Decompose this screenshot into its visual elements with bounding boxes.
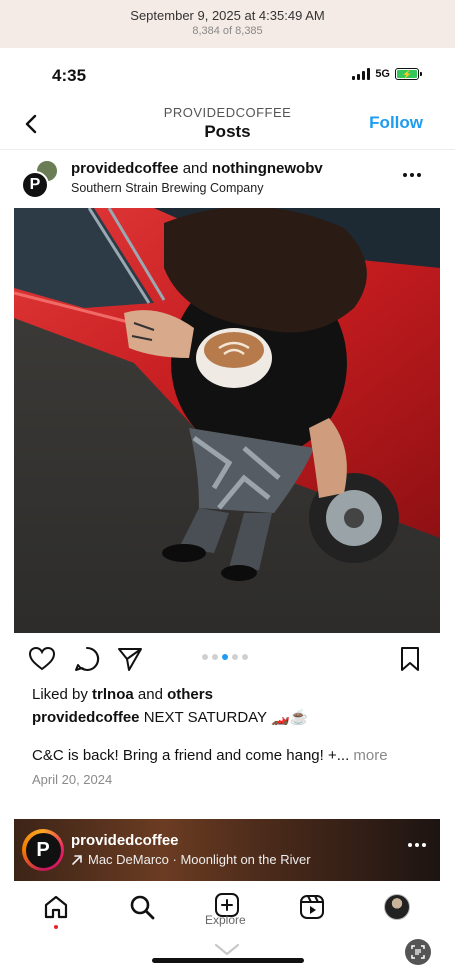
bottom-tab-bar: Explore [0, 881, 455, 971]
caption: providedcoffee NEXT SATURDAY 🏎️☕ [32, 708, 308, 726]
chevron-down-icon[interactable] [214, 943, 240, 957]
save-bookmark-icon[interactable] [396, 645, 424, 673]
share-send-icon[interactable] [116, 645, 144, 673]
caption-username[interactable]: providedcoffee [32, 709, 140, 726]
post-more-icon[interactable] [399, 169, 425, 181]
top-nav: PROVIDEDCOFFEE Posts Follow [0, 98, 455, 150]
carousel-dot [232, 654, 238, 660]
explore-tooltip: Explore [205, 913, 246, 927]
home-indicator[interactable] [152, 958, 304, 963]
music-username[interactable]: providedcoffee [71, 832, 179, 849]
cellular-signal-icon [352, 68, 371, 80]
status-bar: 4:35 5G ⚡ [0, 48, 455, 98]
status-time: 4:35 [52, 66, 87, 85]
status-indicators: 5G ⚡ [352, 68, 422, 80]
carousel-dot [202, 654, 208, 660]
live-text-icon[interactable] [405, 939, 431, 965]
instagram-screenshot: 4:35 5G ⚡ PROVIDEDCOFFEE Posts Follow P … [0, 48, 455, 971]
post-actions [0, 643, 455, 679]
music-track-line[interactable]: Mac DeMarco · Moonlight on the River [71, 852, 311, 867]
carousel-indicator [202, 654, 248, 660]
caption-text: NEXT SATURDAY 🏎️☕ [143, 709, 309, 726]
authors-connector: and [182, 160, 208, 177]
home-notification-dot [54, 925, 58, 929]
author-username[interactable]: providedcoffee [71, 160, 179, 177]
liked-others[interactable]: others [167, 686, 213, 703]
battery-icon: ⚡ [395, 68, 422, 80]
music-author-avatar[interactable]: P [22, 829, 64, 871]
search-icon[interactable] [128, 893, 156, 921]
like-heart-icon[interactable] [28, 645, 56, 673]
likes-prefix: Liked by [32, 686, 88, 703]
photo-illustration [14, 208, 440, 633]
liked-by-user[interactable]: trlnoa [92, 686, 134, 703]
author-avatar: P [21, 171, 49, 199]
charging-bolt-icon: ⚡ [397, 70, 417, 79]
comment-icon[interactable] [73, 645, 101, 673]
author-logo: P [25, 832, 61, 868]
photo-count: 8,384 of 8,385 [192, 25, 263, 37]
likes-and: and [137, 686, 163, 703]
arrow-up-right-icon [72, 854, 82, 865]
music-player-bar[interactable]: P providedcoffee Mac DeMarco · Moonlight… [14, 819, 440, 881]
caption-continued: C&C is back! Bring a friend and come han… [32, 747, 388, 764]
more-link[interactable]: more [353, 747, 387, 764]
post-date: April 20, 2024 [32, 772, 113, 787]
carousel-dot-active [222, 654, 228, 660]
carousel-dot [212, 654, 218, 660]
likes-line[interactable]: Liked by trlnoa and others [32, 686, 213, 703]
collaborator-username[interactable]: nothingnewobv [212, 160, 323, 177]
reels-icon[interactable] [298, 893, 326, 921]
caption-line-2: C&C is back! Bring a friend and come han… [32, 747, 350, 764]
carousel-dot [242, 654, 248, 660]
photo-date: September 9, 2025 at 4:35:49 AM [130, 8, 325, 23]
music-track-title: Mac DeMarco · Moonlight on the River [88, 852, 311, 867]
home-icon[interactable] [42, 893, 70, 921]
post-photo[interactable] [14, 208, 440, 633]
back-icon[interactable] [20, 112, 44, 136]
profile-avatar[interactable] [384, 894, 410, 920]
post-header: P providedcoffee and nothingnewobv South… [0, 151, 455, 206]
network-type: 5G [375, 68, 390, 80]
photos-app-header: September 9, 2025 at 4:35:49 AM 8,384 of… [0, 0, 455, 48]
text-scan-icon [411, 945, 425, 959]
collab-avatars[interactable]: P [21, 159, 59, 199]
follow-button[interactable]: Follow [369, 113, 423, 133]
post-authors: providedcoffee and nothingnewobv [71, 160, 323, 177]
music-more-icon[interactable] [408, 843, 426, 847]
post-location[interactable]: Southern Strain Brewing Company [71, 181, 263, 195]
